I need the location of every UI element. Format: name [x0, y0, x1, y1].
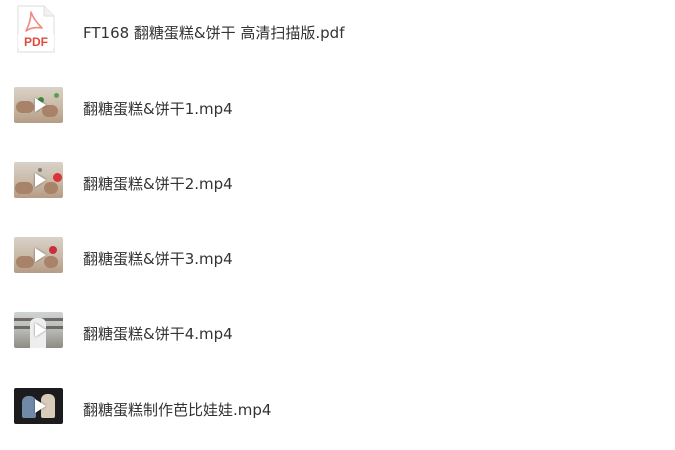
play-icon [34, 98, 46, 112]
file-name[interactable]: 翻糖蛋糕制作芭比娃娃.mp4 [83, 399, 271, 420]
play-icon [34, 248, 46, 262]
file-row-video-5[interactable]: 翻糖蛋糕制作芭比娃娃.mp4 [0, 375, 675, 450]
file-list: PDF FT168 翻糖蛋糕&饼干 高清扫描版.pdf 翻糖蛋糕&饼干1.mp4… [0, 0, 675, 428]
video-thumbnail-icon [14, 87, 63, 123]
file-row-video-3[interactable]: 翻糖蛋糕&饼干3.mp4 [0, 225, 675, 300]
play-icon [34, 323, 46, 337]
file-row-pdf[interactable]: PDF FT168 翻糖蛋糕&饼干 高清扫描版.pdf [0, 0, 675, 75]
file-name[interactable]: 翻糖蛋糕&饼干4.mp4 [83, 323, 233, 344]
video-thumbnail-icon [14, 237, 63, 273]
video-thumbnail-icon [14, 162, 63, 198]
file-name[interactable]: FT168 翻糖蛋糕&饼干 高清扫描版.pdf [83, 22, 344, 43]
video-thumbnail-icon [14, 312, 63, 348]
play-icon [34, 399, 46, 413]
file-name[interactable]: 翻糖蛋糕&饼干1.mp4 [83, 98, 233, 119]
pdf-badge-label: PDF [24, 35, 48, 49]
pdf-file-icon: PDF [17, 5, 55, 53]
file-name[interactable]: 翻糖蛋糕&饼干3.mp4 [83, 248, 233, 269]
file-row-video-1[interactable]: 翻糖蛋糕&饼干1.mp4 [0, 75, 675, 150]
play-icon [34, 173, 46, 187]
file-row-video-4[interactable]: 翻糖蛋糕&饼干4.mp4 [0, 300, 675, 375]
file-name[interactable]: 翻糖蛋糕&饼干2.mp4 [83, 173, 233, 194]
file-row-video-2[interactable]: 翻糖蛋糕&饼干2.mp4 [0, 150, 675, 225]
video-thumbnail-icon [14, 388, 63, 424]
